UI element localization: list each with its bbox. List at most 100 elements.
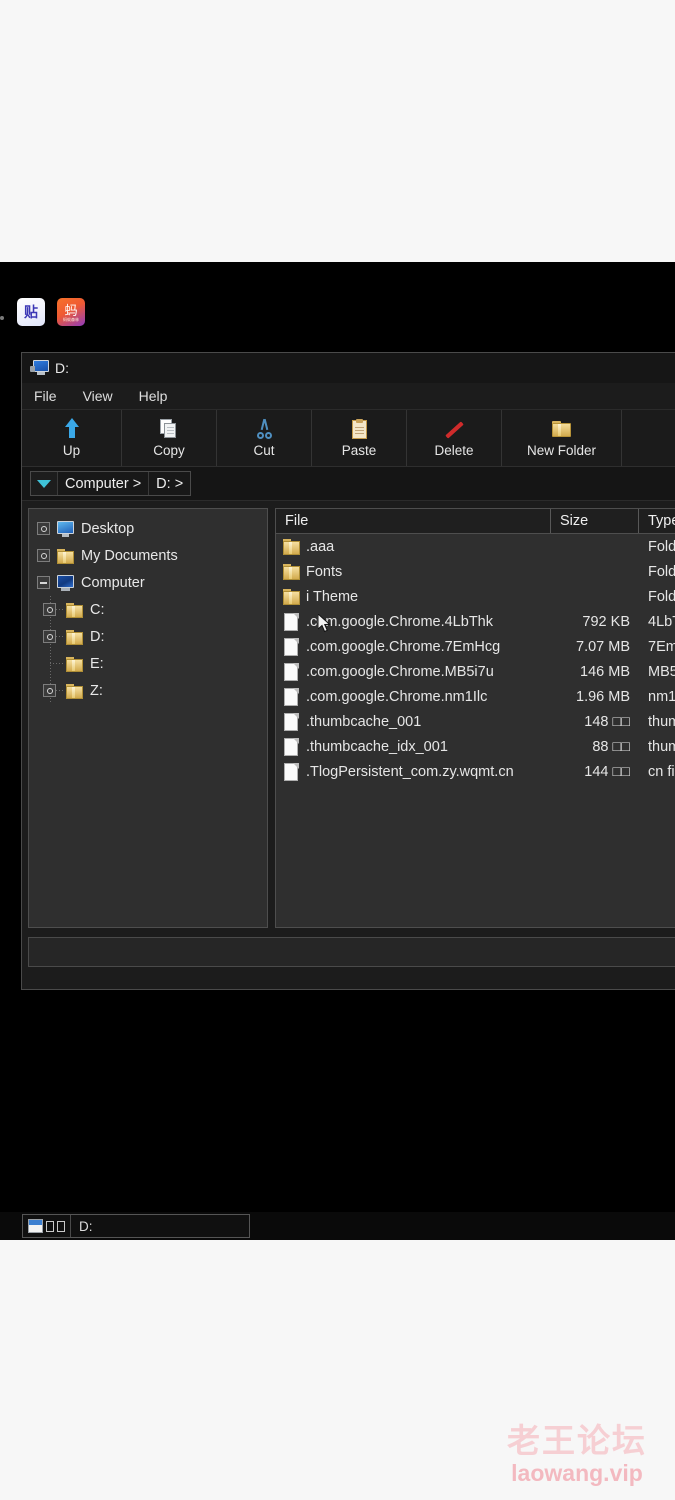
file-manager-window: D: File View Help Up Copy Cut Paste Dele… [21, 352, 675, 990]
expander-plus-icon[interactable] [37, 522, 50, 535]
cell-file-type: Folde [648, 563, 675, 580]
file-icon [283, 662, 300, 681]
file-name-label: .com.google.Chrome.7EmHcg [306, 638, 501, 655]
window-icon [23, 1215, 71, 1237]
table-row[interactable]: .com.google.Chrome.7EmHcg 7.07 MB 7EmH [276, 634, 675, 659]
expander-plus-icon[interactable] [43, 684, 56, 697]
menu-item-file[interactable]: File [34, 388, 57, 404]
breadcrumb[interactable]: Computer > D: > [30, 471, 192, 496]
missing-glyph-icon [46, 1220, 54, 1232]
cell-file-size: 146 MB [580, 663, 630, 680]
menu-bar: File View Help [22, 383, 675, 410]
folder-tree-pane[interactable]: Desktop My Documents Computer C: D: E: Z… [28, 508, 268, 928]
cell-file-name: i Theme [276, 588, 551, 606]
desktop-icon [56, 520, 75, 537]
tieba-app-icon[interactable]: 贴 [17, 298, 45, 326]
cell-file-type: 4LbTl [648, 613, 675, 630]
expander-plus-icon[interactable] [37, 549, 50, 562]
table-row[interactable]: .thumbcache_001 148 □□ thum [276, 709, 675, 734]
table-row[interactable]: .com.google.Chrome.nm1Ilc 1.96 MB nm1I [276, 684, 675, 709]
computer-icon [30, 360, 50, 376]
alipay-app-icon[interactable]: 蚂 蚂蚁森林 [57, 298, 85, 326]
up-button[interactable]: Up [22, 410, 122, 466]
expander-minus-icon[interactable] [37, 576, 50, 589]
file-list-header: File Size Type [276, 509, 675, 534]
table-row[interactable]: .aaa Folde [276, 534, 675, 559]
file-name-label: .TlogPersistent_com.zy.wqmt.cn [306, 763, 514, 780]
file-name-label: .com.google.Chrome.MB5i7u [306, 663, 494, 680]
tree-item-computer[interactable]: Computer [33, 569, 267, 596]
cell-file-name: .thumbcache_001 [276, 712, 551, 731]
table-row[interactable]: .com.google.Chrome.MB5i7u 146 MB MB5i [276, 659, 675, 684]
cell-file-size: 7.07 MB [576, 638, 630, 655]
tree-item-my-documents[interactable]: My Documents [33, 542, 267, 569]
up-button-label: Up [62, 443, 81, 458]
missing-glyph-icon [57, 1220, 65, 1232]
cell-file-type: nm1I [648, 688, 675, 705]
chevron-down-icon[interactable] [31, 472, 58, 495]
alipay-app-icon-sub: 蚂蚁森林 [63, 316, 79, 322]
taskbar-window-label: D: [79, 1218, 93, 1234]
new-folder-button[interactable]: New Folder [502, 410, 622, 466]
cut-button-label: Cut [253, 443, 275, 458]
tree-item-label: Desktop [81, 520, 135, 537]
cell-file-name: .com.google.Chrome.MB5i7u [276, 662, 551, 681]
tree-item-drive-d[interactable]: D: [33, 623, 267, 650]
breadcrumb-computer[interactable]: Computer > [58, 472, 150, 495]
copy-button-label: Copy [153, 443, 185, 458]
cell-file-type: Folde [648, 538, 675, 555]
file-name-label: .com.google.Chrome.nm1Ilc [306, 688, 488, 705]
table-row[interactable]: .thumbcache_idx_001 88 □□ thum [276, 734, 675, 759]
column-header-size[interactable]: Size [551, 509, 639, 533]
file-icon [283, 762, 300, 781]
copy-icon [160, 418, 178, 440]
menu-item-view[interactable]: View [83, 388, 113, 404]
cell-file-size: 88 □□ [592, 738, 630, 755]
status-bar [28, 937, 675, 967]
tree-item-label: My Documents [81, 547, 178, 564]
menu-item-help[interactable]: Help [139, 388, 168, 404]
taskbar: D: [0, 1212, 675, 1240]
expander-plus-icon[interactable] [43, 603, 56, 616]
window-titlebar[interactable]: D: [22, 353, 675, 383]
cell-file-type: thum [648, 738, 675, 755]
taskbar-window-button[interactable]: D: [22, 1214, 250, 1238]
folder-icon [552, 418, 571, 440]
tree-item-drive-e[interactable]: E: [33, 650, 267, 677]
file-list-pane[interactable]: File Size Type .aaaFoldeFontsFoldei Them… [275, 508, 675, 928]
file-icon [283, 712, 300, 731]
cell-file-size: 1.96 MB [576, 688, 630, 705]
table-row[interactable]: Fonts Folde [276, 559, 675, 584]
drive-folder-icon [65, 602, 84, 618]
cell-file-name: .thumbcache_idx_001 [276, 737, 551, 756]
cell-file-name: .com.google.Chrome.7EmHcg [276, 637, 551, 656]
file-icon [283, 637, 300, 656]
table-row[interactable]: .com.google.Chrome.4LbThk 792 KB 4LbTl [276, 609, 675, 634]
tree-item-drive-z[interactable]: Z: [33, 677, 267, 704]
cut-button[interactable]: Cut [217, 410, 312, 466]
paste-button[interactable]: Paste [312, 410, 407, 466]
file-icon [283, 687, 300, 706]
expander-plus-icon[interactable] [43, 630, 56, 643]
table-row[interactable]: .TlogPersistent_com.zy.wqmt.cn 144 □□ cn f… [276, 759, 675, 784]
drive-folder-icon [65, 656, 84, 672]
drive-folder-icon [65, 629, 84, 645]
window-body: Desktop My Documents Computer C: D: E: Z… [22, 501, 675, 929]
cell-file-size: 144 □□ [584, 763, 630, 780]
breadcrumb-drive-d[interactable]: D: > [149, 472, 191, 495]
table-row[interactable]: i Theme Folde [276, 584, 675, 609]
file-name-label: .thumbcache_001 [306, 713, 422, 730]
delete-button[interactable]: Delete [407, 410, 502, 466]
tieba-app-icon-glyph: 贴 [24, 304, 38, 320]
folder-icon [283, 538, 300, 556]
mouse-cursor [318, 614, 331, 633]
column-header-type[interactable]: Type [639, 509, 675, 533]
tree-item-drive-c[interactable]: C: [33, 596, 267, 623]
column-header-file[interactable]: File [276, 509, 551, 533]
address-bar: Computer > D: > [22, 467, 675, 501]
folder-icon [283, 588, 300, 606]
alipay-app-icon-glyph: 蚂 [64, 302, 78, 318]
copy-button[interactable]: Copy [122, 410, 217, 466]
tree-item-desktop[interactable]: Desktop [33, 515, 267, 542]
cell-file-size: 148 □□ [584, 713, 630, 730]
